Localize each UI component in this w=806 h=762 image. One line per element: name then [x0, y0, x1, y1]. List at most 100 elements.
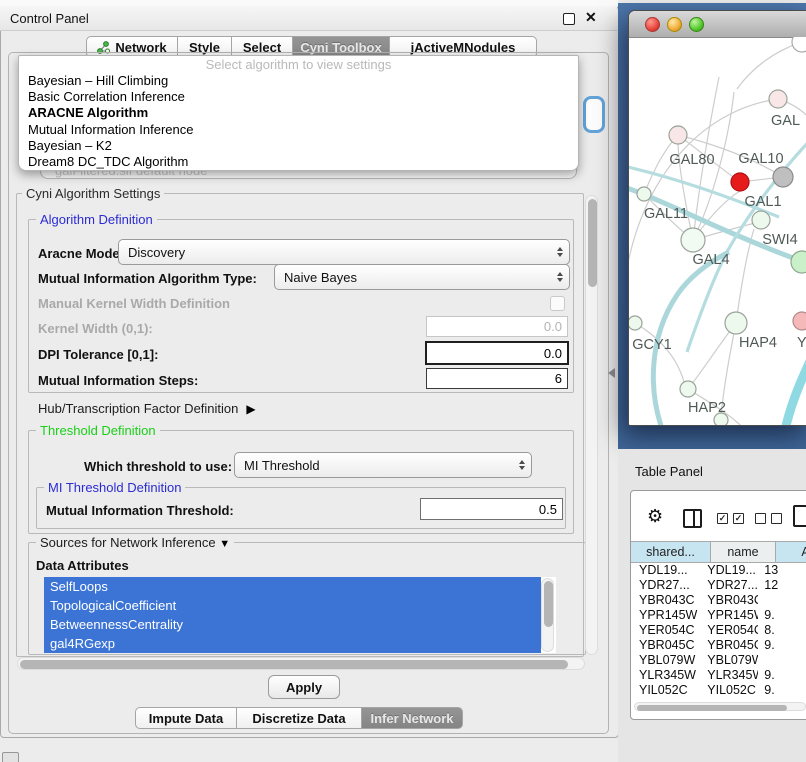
network-node[interactable]: [792, 37, 806, 52]
network-node[interactable]: [791, 251, 806, 273]
minimize-traffic-light[interactable]: [667, 17, 682, 32]
tab-impute-data-label: Impute Data: [149, 711, 223, 726]
column-header-third[interactable]: A: [776, 542, 806, 562]
tab-infer-network[interactable]: Infer Network: [362, 707, 463, 729]
algorithm-option[interactable]: ARACNE Algorithm: [19, 105, 578, 121]
table-cell: 9.: [758, 668, 806, 682]
network-node[interactable]: [629, 316, 642, 330]
table-cell: 9.: [758, 608, 806, 622]
network-node[interactable]: [714, 413, 728, 425]
dpi-tolerance-label: DPI Tolerance [0,1]:: [38, 347, 158, 362]
node-label: GAL4: [692, 252, 729, 268]
dpi-tolerance-field[interactable]: 0.0: [425, 341, 569, 365]
table-cell: YDR27...: [701, 578, 758, 592]
algorithm-placeholder: Select algorithm to view settings: [19, 56, 578, 72]
network-node[interactable]: [731, 173, 749, 191]
control-panel-titlebar[interactable]: [0, 6, 617, 31]
algorithm-option[interactable]: Basic Correlation Inference: [19, 88, 578, 104]
table-cell: 9.: [758, 683, 806, 697]
attribute-list-item[interactable]: SelfLoops: [44, 577, 541, 596]
network-view-window[interactable]: GALGAL80GAL10GAL1GAL11SWI4GAL4GCY1HAP4YH…: [628, 10, 806, 426]
mi-type-combo[interactable]: Naive Bayes: [274, 264, 570, 290]
checkbox-checked-icon[interactable]: ✓: [717, 513, 728, 524]
network-node[interactable]: [681, 228, 705, 252]
document-icon[interactable]: [793, 505, 806, 527]
table-row[interactable]: YDL19...YDL19...13: [631, 562, 806, 577]
zoom-traffic-light[interactable]: [689, 17, 704, 32]
sources-legend-label: Sources for Network Inference: [40, 535, 216, 550]
network-node[interactable]: [793, 312, 806, 330]
network-node[interactable]: [680, 381, 696, 397]
focused-spinner-button[interactable]: [583, 96, 605, 133]
hub-definition-toggle[interactable]: Hub/Transcription Factor Definition ▶: [38, 401, 256, 416]
attribute-list-item[interactable]: BetweennessCentrality: [44, 615, 541, 634]
table-row[interactable]: YER054CYER054C8.: [631, 622, 806, 637]
table-cell: YPR145W: [631, 608, 701, 622]
settings-horizontal-scrollbar[interactable]: [17, 657, 585, 670]
algorithm-option[interactable]: Bayesian – Hill Climbing: [19, 72, 578, 88]
settings-vertical-scrollbar[interactable]: [585, 195, 598, 655]
table-horizontal-scrollbar[interactable]: [634, 702, 806, 711]
manual-kernel-checkbox[interactable]: [550, 296, 565, 311]
algorithm-option[interactable]: Bayesian – K2: [19, 137, 578, 153]
stepper-icon: [557, 247, 563, 257]
table-row[interactable]: YBR045CYBR045C9.: [631, 637, 806, 652]
network-node[interactable]: [725, 312, 747, 334]
table-panel-title: Table Panel: [635, 464, 703, 479]
apply-button[interactable]: Apply: [268, 675, 340, 699]
aracne-mode-combo[interactable]: Discovery: [118, 239, 570, 265]
algorithm-option[interactable]: Dream8 DC_TDC Algorithm: [19, 153, 578, 169]
table-cell: YBR043C: [631, 593, 701, 607]
data-attributes-list[interactable]: SelfLoopsTopologicalCoefficientBetweenne…: [44, 577, 556, 653]
table-row[interactable]: YIL052CYIL052C9.: [631, 682, 806, 697]
checkbox-checked-icon[interactable]: ✓: [733, 513, 744, 524]
hub-definition-label: Hub/Transcription Factor Definition: [38, 401, 238, 416]
network-node[interactable]: [752, 211, 770, 229]
column-view-icon[interactable]: [683, 509, 702, 528]
table-row[interactable]: YDR27...YDR27...12: [631, 577, 806, 592]
minimized-window-icon[interactable]: [2, 752, 19, 762]
float-window-icon[interactable]: [563, 13, 575, 25]
table-row[interactable]: YPR145WYPR145W9.: [631, 607, 806, 622]
network-node[interactable]: [769, 90, 787, 108]
manual-kernel-label: Manual Kernel Width Definition: [38, 296, 230, 311]
mi-steps-field[interactable]: 6: [426, 368, 568, 389]
kernel-width-field[interactable]: 0.0: [426, 316, 568, 337]
table-row[interactable]: YBL079WYBL079W: [631, 652, 806, 667]
attribute-list-scrollbar[interactable]: [541, 578, 554, 652]
table-cell: YDL19...: [631, 563, 701, 577]
node-label: SWI4: [762, 232, 797, 248]
network-node[interactable]: [669, 126, 687, 144]
network-canvas[interactable]: GALGAL80GAL10GAL1GAL11SWI4GAL4GCY1HAP4YH…: [629, 37, 806, 425]
chevron-down-icon: ▼: [219, 538, 230, 550]
table-row[interactable]: YLR345WYLR345W9.: [631, 667, 806, 682]
tab-impute-data[interactable]: Impute Data: [135, 707, 237, 729]
table-row[interactable]: YBR043CYBR043C: [631, 592, 806, 607]
mi-threshold-legend: MI Threshold Definition: [44, 480, 185, 495]
node-label: Y: [797, 335, 806, 351]
aracne-mode-label: Aracne Mode:: [38, 246, 124, 261]
sources-legend[interactable]: Sources for Network Inference ▼: [36, 535, 234, 550]
splitpane-collapse-icon[interactable]: [608, 368, 615, 378]
checkbox-unchecked-icon[interactable]: [755, 513, 766, 524]
bottom-tab-bar: Impute Data Discretize Data Infer Networ…: [135, 707, 463, 729]
attribute-list-item[interactable]: TopologicalCoefficient: [44, 596, 541, 615]
checkbox-unchecked-icon[interactable]: [771, 513, 782, 524]
table-cell: YDL19...: [701, 563, 758, 577]
network-node[interactable]: [637, 187, 651, 201]
table-header: shared... name A: [631, 541, 806, 563]
close-icon[interactable]: ✕: [585, 9, 597, 26]
gear-icon[interactable]: ⚙: [647, 506, 663, 527]
close-traffic-light[interactable]: [645, 17, 660, 32]
stepper-icon: [519, 460, 525, 470]
attribute-list-item[interactable]: gal4RGexp: [44, 634, 541, 653]
column-header-name[interactable]: name: [711, 542, 776, 562]
algorithm-option[interactable]: Mutual Information Inference: [19, 121, 578, 137]
table-cell: YBR043C: [701, 593, 758, 607]
mi-threshold-field[interactable]: 0.5: [420, 498, 563, 520]
column-header-shared-name[interactable]: shared...: [631, 542, 711, 562]
tab-discretize-data[interactable]: Discretize Data: [237, 707, 362, 729]
table-cell: YBL079W: [701, 653, 758, 667]
which-threshold-combo[interactable]: MI Threshold: [234, 452, 532, 478]
network-node[interactable]: [773, 167, 793, 187]
